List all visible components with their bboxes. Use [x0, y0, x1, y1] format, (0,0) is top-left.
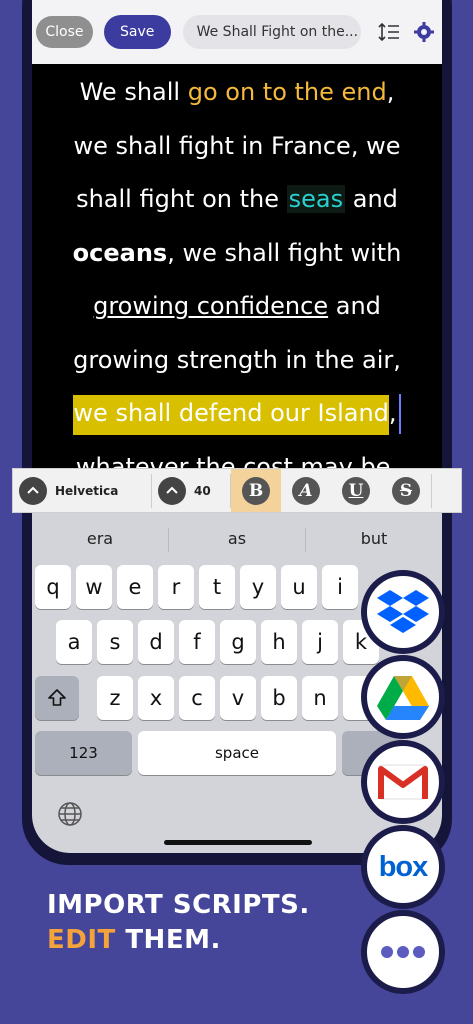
- space-key[interactable]: space: [138, 731, 336, 775]
- gmail-button[interactable]: [361, 740, 445, 824]
- suggestion-3[interactable]: but: [306, 520, 442, 560]
- suggestion-1[interactable]: era: [32, 520, 168, 560]
- key-e[interactable]: e: [117, 565, 153, 609]
- key-c[interactable]: c: [179, 676, 215, 720]
- chevron-up-icon[interactable]: [158, 476, 186, 505]
- key-g[interactable]: g: [220, 620, 256, 664]
- strikethrough-icon: S: [392, 476, 420, 505]
- shift-icon: [48, 689, 66, 706]
- key-j[interactable]: j: [302, 620, 338, 664]
- key-v[interactable]: v: [220, 676, 256, 720]
- marketing-caption: IMPORT SCRIPTS. EDIT THEM.: [47, 888, 310, 958]
- google-drive-button[interactable]: [361, 655, 445, 739]
- key-t[interactable]: t: [199, 565, 235, 609]
- key-x[interactable]: x: [138, 676, 174, 720]
- caption-line-2: EDIT THEM.: [47, 925, 221, 955]
- editor-toolbar: Close Save We Shall Fight on the...: [32, 0, 442, 64]
- dropbox-icon: [377, 590, 429, 633]
- font-picker[interactable]: Helvetica: [13, 469, 151, 512]
- key-q[interactable]: q: [35, 565, 71, 609]
- script-title-field[interactable]: We Shall Fight on the...: [182, 15, 362, 49]
- key-b[interactable]: b: [261, 676, 297, 720]
- script-line: We shall go on to the end,: [79, 78, 395, 106]
- key-w[interactable]: w: [76, 565, 112, 609]
- key-n[interactable]: n: [302, 676, 338, 720]
- line-spacing-icon[interactable]: [371, 14, 406, 50]
- font-size-picker[interactable]: 40: [152, 469, 230, 512]
- shift-key[interactable]: [35, 676, 79, 720]
- script-line: shall fight on the seas and: [76, 185, 398, 213]
- gmail-icon: [378, 764, 428, 800]
- box-button[interactable]: box: [361, 825, 445, 909]
- italic-icon: A: [292, 476, 320, 505]
- google-drive-icon: [377, 676, 429, 720]
- key-d[interactable]: d: [138, 620, 174, 664]
- script-line: growing confidence and: [93, 292, 381, 320]
- text-caret: [398, 394, 401, 434]
- globe-icon[interactable]: [56, 800, 86, 830]
- key-y[interactable]: y: [240, 565, 276, 609]
- selected-text: we shall defend our Island: [73, 395, 389, 435]
- underline-button[interactable]: U: [331, 469, 381, 512]
- font-size-value: 40: [194, 483, 211, 498]
- more-icon: [381, 946, 425, 958]
- box-icon: box: [378, 850, 429, 883]
- keyboard-suggestions: era as but: [32, 520, 442, 560]
- script-line: growing strength in the air,: [73, 345, 401, 374]
- key-z[interactable]: z: [97, 676, 133, 720]
- suggestion-2[interactable]: as: [169, 520, 305, 560]
- key-r[interactable]: r: [158, 565, 194, 609]
- key-s[interactable]: s: [97, 620, 133, 664]
- key-i[interactable]: i: [322, 565, 358, 609]
- script-line: oceans, we shall fight with: [72, 238, 402, 267]
- script-line: we shall fight in France, we: [73, 131, 401, 160]
- settings-icon[interactable]: [407, 14, 442, 50]
- key-u[interactable]: u: [281, 565, 317, 609]
- more-button[interactable]: [361, 910, 445, 994]
- underline-icon: U: [342, 476, 370, 505]
- script-line: we shall defend our Island,: [32, 387, 442, 441]
- numbers-key[interactable]: 123: [35, 731, 132, 775]
- caption-line-1: IMPORT SCRIPTS.: [47, 890, 310, 920]
- save-button[interactable]: Save: [103, 15, 171, 49]
- bold-icon: B: [242, 476, 270, 505]
- script-text-area[interactable]: We shall go on to the end, we shall figh…: [32, 64, 442, 474]
- strikethrough-button[interactable]: S: [381, 469, 431, 512]
- format-bar: Helvetica 40 B A U S: [12, 468, 462, 513]
- italic-button[interactable]: A: [281, 469, 331, 512]
- chevron-up-icon[interactable]: [19, 476, 47, 505]
- home-indicator: [164, 840, 312, 845]
- font-name: Helvetica: [55, 483, 119, 498]
- key-h[interactable]: h: [261, 620, 297, 664]
- close-button[interactable]: Close: [36, 16, 93, 48]
- dropbox-button[interactable]: [361, 570, 445, 654]
- key-f[interactable]: f: [179, 620, 215, 664]
- bold-button[interactable]: B: [231, 469, 281, 512]
- key-a[interactable]: a: [56, 620, 92, 664]
